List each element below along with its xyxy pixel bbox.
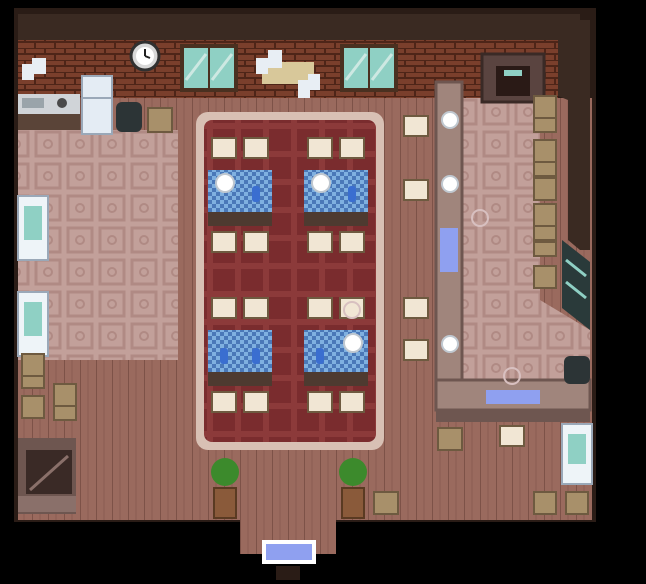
potted-plant-icon[interactable] xyxy=(339,458,367,519)
stove-icon[interactable] xyxy=(18,94,80,130)
clock-icon[interactable] xyxy=(129,40,161,72)
dining-table[interactable] xyxy=(208,170,272,226)
game-scene xyxy=(0,0,646,584)
fridge-icon[interactable] xyxy=(81,75,113,135)
exit-step xyxy=(276,566,300,580)
dining-table[interactable] xyxy=(208,330,272,386)
trash-bin-icon[interactable] xyxy=(116,102,142,132)
fireplace-icon[interactable] xyxy=(480,52,546,104)
vending-machine-icon[interactable] xyxy=(17,291,49,357)
dining-table[interactable] xyxy=(304,170,368,226)
stairs-icon[interactable] xyxy=(18,438,76,514)
crate[interactable] xyxy=(147,107,173,133)
cafe-map xyxy=(14,8,596,580)
dining-table[interactable] xyxy=(304,330,368,386)
window-left xyxy=(180,44,238,92)
wall-top-trim xyxy=(18,14,580,40)
trash-bin-icon[interactable] xyxy=(564,356,590,384)
doormat-icon[interactable] xyxy=(262,540,316,564)
vending-machine-icon[interactable] xyxy=(561,423,593,485)
vending-machine-icon[interactable] xyxy=(17,195,49,261)
window-right xyxy=(340,44,398,92)
potted-plant-icon[interactable] xyxy=(211,458,239,519)
